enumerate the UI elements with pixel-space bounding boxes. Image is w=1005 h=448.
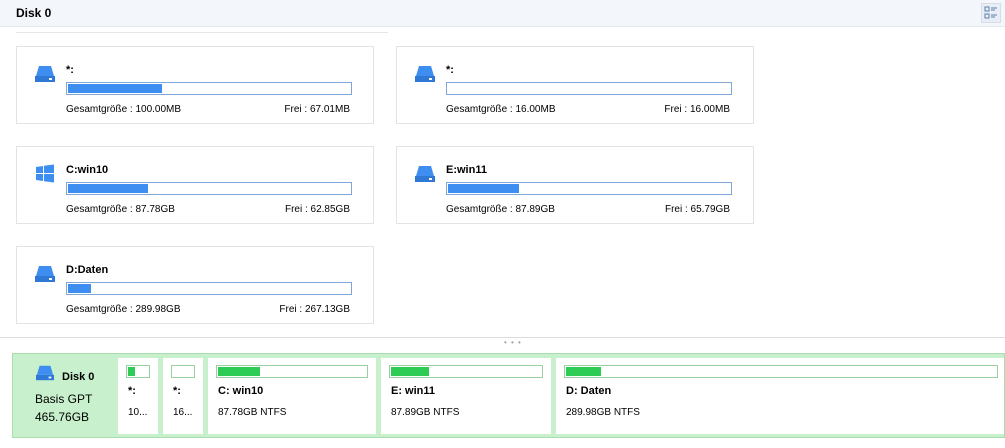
block-usage-bar [171, 365, 195, 378]
block-label: *: [128, 385, 136, 397]
total-size: Gesamtgröße : 87.89GB [446, 204, 555, 215]
list-view-icon [984, 6, 997, 19]
usage-bar [66, 182, 352, 195]
drive-icon [415, 166, 435, 182]
usage-fill [448, 184, 519, 193]
block-usage-fill [391, 367, 429, 376]
block-info: 87.89GB NTFS [391, 407, 460, 418]
free-space: Frei : 67.01MB [284, 104, 350, 115]
usage-bar [446, 82, 732, 95]
block-usage-bar [564, 365, 998, 378]
drive-icon [35, 66, 55, 82]
partition-card[interactable]: E:win11 Gesamtgröße : 87.89GB Frei : 65.… [396, 146, 754, 224]
disk-size: 465.76GB [35, 410, 90, 424]
partition-name: D:Daten [66, 264, 109, 276]
free-space: Frei : 62.85GB [284, 204, 350, 215]
splitter-grip-icon[interactable]: • • • [504, 338, 522, 347]
total-size: Gesamtgröße : 100.00MB [66, 104, 182, 115]
drive-icon [35, 266, 55, 282]
partition-name: C:win10 [66, 164, 109, 176]
total-size: Gesamtgröße : 16.00MB [446, 104, 556, 115]
partition-card[interactable]: D:Daten Gesamtgröße : 289.98GB Frei : 26… [16, 246, 374, 324]
usage-bar [446, 182, 732, 195]
block-usage-fill [128, 367, 136, 376]
drive-icon [415, 66, 435, 82]
block-info: 87.78GB NTFS [218, 407, 287, 418]
partition-card[interactable]: *: Gesamtgröße : 16.00MB Frei : 16.00MB [396, 46, 754, 124]
block-info: 16... [173, 407, 193, 418]
usage-bar [66, 282, 352, 295]
free-space: Frei : 16.00MB [664, 104, 730, 115]
total-size: Gesamtgröße : 87.78GB [66, 204, 175, 215]
block-info: 289.98GB NTFS [566, 407, 640, 418]
partition-card[interactable]: C:win10 Gesamtgröße : 87.78GB Frei : 62.… [16, 146, 374, 224]
disk-icon [36, 365, 54, 381]
block-info: 10... [128, 407, 148, 418]
block-label: E: win11 [391, 385, 436, 397]
disk-header: Disk 0 [0, 0, 1005, 27]
block-usage-fill [218, 367, 260, 376]
disk-name: Disk 0 [62, 371, 95, 383]
total-size: Gesamtgröße : 289.98GB [66, 304, 181, 315]
block-label: *: [173, 385, 181, 397]
partition-name: *: [446, 64, 454, 76]
partition-card[interactable]: *: Gesamtgröße : 100.00MB Frei : 67.01MB [16, 46, 374, 124]
block-usage-fill [566, 367, 601, 376]
block-usage-bar [389, 365, 543, 378]
panel-splitter[interactable] [0, 337, 1005, 338]
disk-title: Disk 0 [16, 6, 52, 20]
usage-fill [68, 184, 148, 193]
block-usage-bar [126, 365, 150, 378]
free-space: Frei : 65.79GB [664, 204, 730, 215]
block-label: D: Daten [566, 385, 612, 397]
disk-info: Disk 0 Basis GPT 465.76GB [13, 354, 113, 437]
partition-block[interactable]: E: win11 87.89GB NTFS [381, 358, 551, 434]
block-label: C: win10 [218, 385, 264, 397]
view-toggle-button[interactable] [981, 3, 1001, 23]
disk-map[interactable]: Disk 0 Basis GPT 465.76GB *: 10... *: 16… [12, 353, 1005, 438]
partition-block[interactable]: D: Daten 289.98GB NTFS [556, 358, 1004, 434]
partition-block[interactable]: C: win10 87.78GB NTFS [208, 358, 376, 434]
header-divider [16, 32, 388, 33]
partition-block[interactable]: *: 16... [163, 358, 203, 434]
partition-name: E:win11 [446, 164, 487, 176]
partition-name: *: [66, 64, 74, 76]
usage-bar [66, 82, 352, 95]
usage-fill [68, 284, 91, 293]
partition-block[interactable]: *: 10... [118, 358, 158, 434]
disk-type: Basis GPT [35, 392, 93, 406]
windows-icon [36, 164, 54, 183]
usage-fill [68, 84, 162, 93]
block-usage-bar [216, 365, 368, 378]
free-space: Frei : 267.13GB [279, 304, 350, 315]
